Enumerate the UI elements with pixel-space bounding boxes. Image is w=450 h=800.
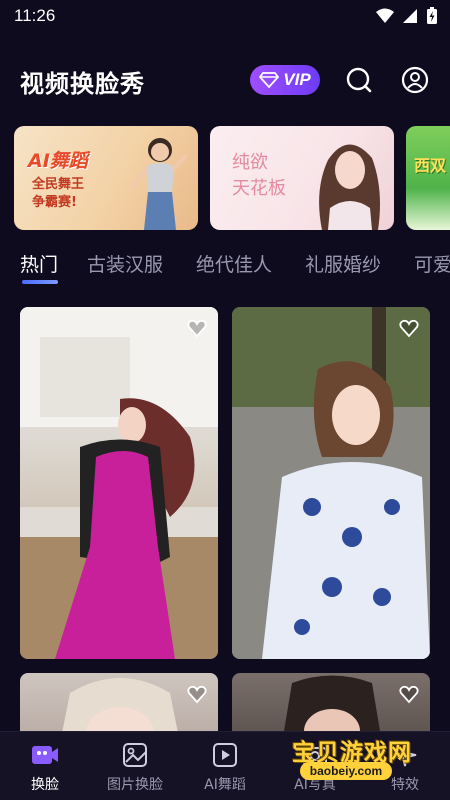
banner-line: 全民舞王 [32,177,85,192]
nav-face-swap[interactable]: 换脸 [0,732,90,800]
banner-title: 纯欲 [232,152,268,173]
tab-wedding-dress[interactable]: 礼服婚纱 [305,250,381,277]
template-card[interactable] [232,307,430,659]
profile-button[interactable] [400,65,430,95]
watermark: 宝贝游戏网 baobeiy.com [292,733,422,785]
banner-subtitle: 全民舞王 争霸赛! [32,176,84,212]
tab-beauty[interactable]: 绝代佳人 [196,250,272,277]
template-thumbnail [20,307,218,659]
heart-icon[interactable] [398,683,420,705]
vip-label: VIP [283,70,311,89]
category-tabs: 热门 古装汉服 绝代佳人 礼服婚纱 可爱 [0,244,450,290]
banner-ai-dance[interactable]: AI舞蹈 全民舞王 争霸赛! [14,126,198,230]
diamond-icon [259,72,280,88]
search-button[interactable] [344,65,374,95]
play-video-icon [213,743,237,767]
nav-label: 图片换脸 [107,777,163,793]
video-camera-icon [32,746,58,764]
image-icon [123,743,147,767]
signal-icon [403,9,417,23]
status-bar: 11:26 [0,0,450,32]
search-icon [346,67,372,93]
tab-hot[interactable]: 热门 [20,250,58,277]
status-icons [376,7,438,25]
banner-partial[interactable]: 西双 [406,126,450,230]
heart-icon[interactable] [398,317,420,339]
banner-subtitle: 天花板 [232,178,286,199]
banner-person-image [130,138,188,230]
status-time: 11:26 [14,6,56,25]
nav-ai-dance[interactable]: AI舞蹈 [180,732,270,800]
template-card[interactable] [20,307,218,659]
user-icon [401,66,429,94]
tab-underline [22,280,58,284]
nav-label: AI舞蹈 [204,777,246,793]
banner-line: 争霸赛! [32,195,77,210]
banner-pure[interactable]: 纯欲 天花板 [210,126,394,230]
battery-icon [427,7,437,24]
nav-image-face-swap[interactable]: 图片换脸 [90,732,180,800]
banner-carousel: AI舞蹈 全民舞王 争霸赛! 纯欲 天花板 西双 [0,126,450,232]
banner-title: AI舞蹈 [28,150,88,172]
wifi-icon [376,8,394,23]
banner-title: 西双 [414,156,447,175]
watermark-url: baobeiy.com [300,762,392,780]
header: 视频换脸秀 VIP [0,56,450,106]
template-thumbnail [232,307,430,659]
heart-icon[interactable] [186,683,208,705]
tab-ancient-hanfu[interactable]: 古装汉服 [87,250,163,277]
app-title: 视频换脸秀 [20,70,145,98]
banner-person-image [319,144,380,230]
vip-button[interactable]: VIP [250,65,320,95]
heart-icon[interactable] [186,317,208,339]
nav-label: 换脸 [31,777,59,793]
tab-cute[interactable]: 可爱 [414,250,450,277]
